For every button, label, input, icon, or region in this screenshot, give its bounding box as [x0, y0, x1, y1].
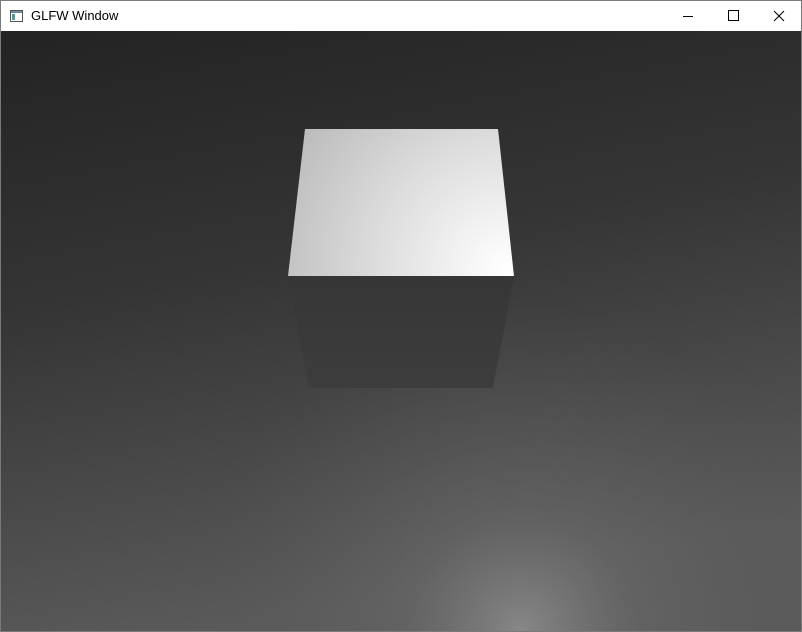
- maximize-icon: [728, 10, 739, 21]
- glfw-window: GLFW Window: [0, 0, 802, 632]
- title-bar[interactable]: GLFW Window: [1, 1, 801, 31]
- cube: [288, 129, 514, 388]
- cube-front-face: [288, 276, 514, 388]
- minimize-button[interactable]: [665, 1, 711, 31]
- rendered-scene: [1, 31, 801, 631]
- opengl-viewport[interactable]: [1, 31, 801, 631]
- app-window-icon: [10, 9, 23, 22]
- window-title: GLFW Window: [31, 8, 119, 23]
- close-button[interactable]: [755, 1, 801, 31]
- minimize-icon: [683, 16, 693, 17]
- cube-top-face: [288, 129, 514, 276]
- close-icon: [773, 10, 785, 22]
- maximize-button[interactable]: [710, 1, 756, 31]
